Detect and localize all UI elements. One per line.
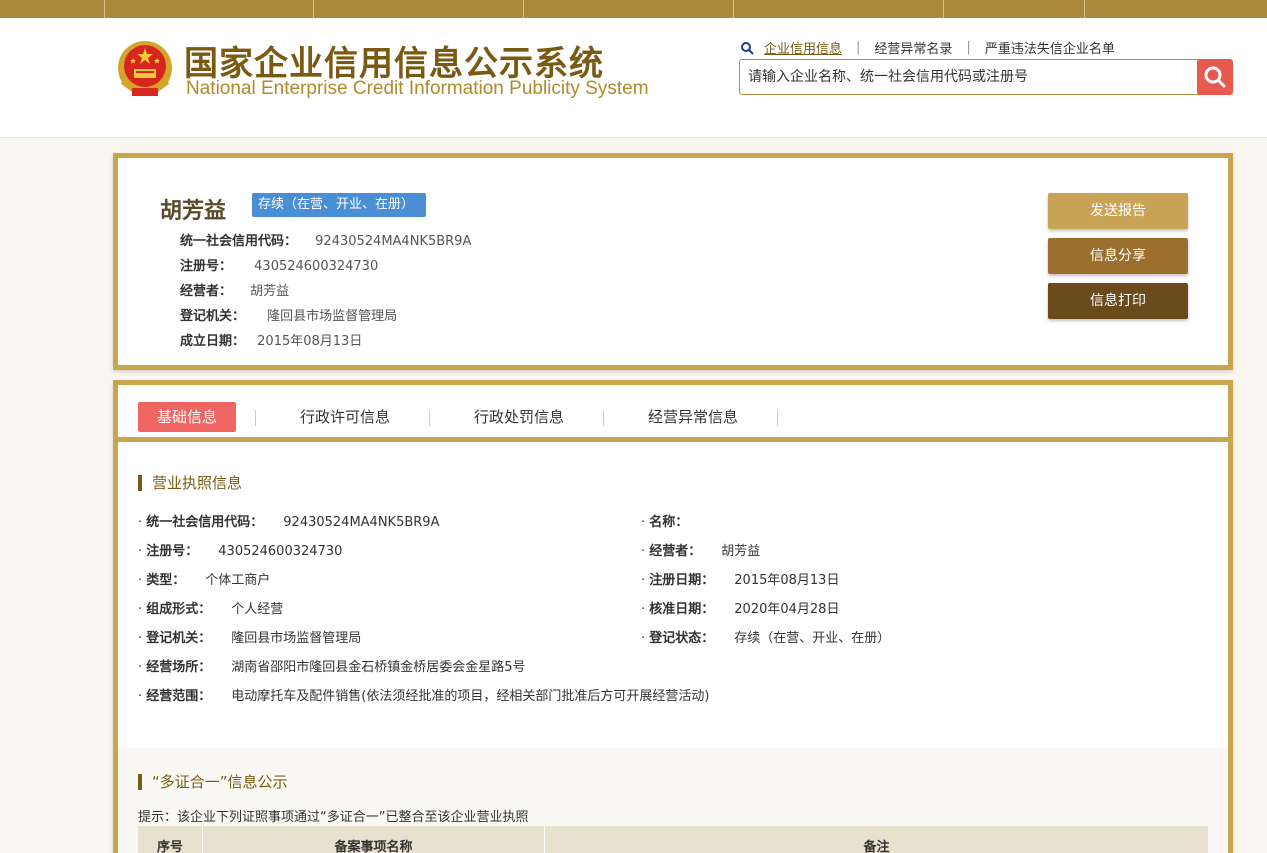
print-info-button[interactable]: 信息打印 (1048, 283, 1188, 319)
tab-admin-penalty[interactable]: 行政处罚信息 (452, 402, 586, 432)
field-value: 隆回县市场监督管理局 (231, 631, 362, 646)
nav-divider (733, 0, 734, 18)
field-label: 登记机关： (146, 631, 212, 646)
tab-divider (429, 410, 430, 426)
license-field-approval-date: · 核准日期： 2020年04月28日 (641, 602, 840, 617)
license-field-type: · 类型： 个体工商户 (138, 573, 271, 588)
status-badge: 存续（在营、开业、在册） (252, 193, 427, 217)
license-field-name: · 名称： (641, 515, 689, 530)
company-summary-card: 胡芳益 存续（在营、开业、在册） 统一社会信用代码： 92430524MA4NK… (113, 153, 1233, 370)
send-report-button[interactable]: 发送报告 (1048, 193, 1188, 229)
top-nav-bar (0, 0, 1267, 18)
license-field-reg-date: · 注册日期： 2015年08月13日 (641, 573, 840, 588)
column-header: 序号 (156, 840, 183, 853)
section-title-multi-cert: “多证合一”信息公示 (138, 774, 288, 790)
multi-cert-hint: 提示：该企业下列证照事项通过“多证合一”已整合至该企业营业执照 (138, 810, 529, 825)
field-label: 统一社会信用代码： (146, 515, 264, 530)
summary-value: 2015年08月13日 (257, 334, 363, 349)
search-box (739, 59, 1199, 95)
detail-tabs: 基础信息 行政许可信息 行政处罚信息 经营异常信息 (118, 385, 1228, 442)
link-enterprise-credit[interactable]: 企业信用信息 (764, 38, 842, 57)
nav-divider (1084, 0, 1085, 18)
field-value: 个人经营 (231, 602, 284, 617)
license-field-form: · 组成形式： 个人经营 (138, 602, 284, 617)
license-field-reg-status: · 登记状态： 存续（在营、开业、在册） (641, 631, 891, 646)
license-field-operator: · 经营者： 胡芳益 (641, 544, 761, 559)
national-emblem-icon (118, 41, 172, 96)
summary-value: 隆回县市场监督管理局 (267, 309, 398, 324)
field-value: 存续（在营、开业、在册） (734, 631, 891, 646)
summary-value: 430524600324730 (254, 259, 379, 274)
nav-divider (104, 0, 105, 18)
column-header: 备案事项名称 (334, 840, 413, 853)
summary-row-established: 成立日期： 2015年08月13日 (180, 330, 362, 349)
multi-cert-table-header: 序号 备案事项名称 备注 (138, 826, 1208, 853)
summary-label: 成立日期： (180, 334, 246, 349)
search-button[interactable] (1197, 59, 1233, 95)
summary-row-authority: 登记机关： 隆回县市场监督管理局 (180, 305, 397, 324)
tab-admin-license[interactable]: 行政许可信息 (278, 402, 412, 432)
summary-label: 注册号： (180, 259, 233, 274)
quick-links: 企业信用信息 | 经营异常名录 | 严重违法失信企业名单 (740, 38, 1115, 57)
field-value: 个体工商户 (205, 573, 271, 588)
field-label: 经营场所： (146, 660, 212, 675)
search-icon (741, 41, 754, 55)
detail-panel: 基础信息 行政许可信息 行政处罚信息 经营异常信息 营业执照信息 · 统一社会信… (113, 380, 1233, 853)
site-header: 国家企业信用信息公示系统 National Enterprise Credit … (0, 18, 1267, 138)
tab-divider (777, 410, 778, 426)
link-abnormal-list[interactable]: 经营异常名录 (874, 38, 952, 57)
field-label: 组成形式： (146, 602, 212, 617)
field-label: 经营范围： (146, 689, 212, 704)
field-value: 胡芳益 (721, 544, 761, 559)
summary-value: 胡芳益 (250, 284, 290, 299)
search-input[interactable] (740, 60, 1198, 94)
site-title-en: National Enterprise Credit Information P… (186, 78, 649, 99)
field-label: 注册号： (146, 544, 199, 559)
summary-label: 统一社会信用代码： (180, 234, 298, 249)
field-value: 电动摩托车及配件销售(依法须经批准的项目，经相关部门批准后方可开展经营活动) (231, 689, 710, 704)
tab-basic-info[interactable]: 基础信息 (138, 402, 236, 432)
field-value: 湖南省邵阳市隆回县金石桥镇金桥居委会金星路5号 (231, 660, 526, 675)
license-field-scope: · 经营范围： 电动摩托车及配件销售(依法须经批准的项目，经相关部门批准后方可开展… (138, 689, 710, 704)
tab-abnormal-operation[interactable]: 经营异常信息 (626, 402, 760, 432)
company-name: 胡芳益 (160, 199, 227, 224)
license-field-credit-code: · 统一社会信用代码： 92430524MA4NK5BR9A (138, 515, 440, 530)
search-icon (1204, 66, 1226, 88)
field-value: 92430524MA4NK5BR9A (283, 515, 440, 530)
license-field-premises: · 经营场所： 湖南省邵阳市隆回县金石桥镇金桥居委会金星路5号 (138, 660, 526, 675)
tab-divider (255, 410, 256, 426)
summary-label: 登记机关： (180, 309, 246, 324)
summary-label: 经营者： (180, 284, 233, 299)
field-label: 名称： (649, 515, 689, 530)
summary-row-operator: 经营者： 胡芳益 (180, 280, 289, 299)
column-header: 备注 (863, 840, 890, 853)
field-value: 2020年04月28日 (734, 602, 840, 617)
field-value: 430524600324730 (218, 544, 343, 559)
field-label: 注册日期： (649, 573, 715, 588)
nav-divider (313, 0, 314, 18)
license-field-authority: · 登记机关： 隆回县市场监督管理局 (138, 631, 362, 646)
summary-value: 92430524MA4NK5BR9A (315, 234, 472, 249)
field-label: 经营者： (649, 544, 702, 559)
summary-row-credit-code: 统一社会信用代码： 92430524MA4NK5BR9A (180, 230, 471, 249)
link-divider: | (856, 40, 861, 55)
field-label: 核准日期： (649, 602, 715, 617)
link-dishonest-list[interactable]: 严重违法失信企业名单 (985, 38, 1115, 57)
field-label: 类型： (146, 573, 186, 588)
section-title-license: 营业执照信息 (138, 475, 242, 491)
field-label: 登记状态： (649, 631, 715, 646)
summary-row-reg-no: 注册号： 430524600324730 (180, 255, 378, 274)
tab-divider (603, 410, 604, 426)
license-field-reg-no: · 注册号： 430524600324730 (138, 544, 343, 559)
field-value: 2015年08月13日 (734, 573, 840, 588)
nav-divider (943, 0, 944, 18)
link-divider: | (966, 40, 971, 55)
nav-divider (523, 0, 524, 18)
share-info-button[interactable]: 信息分享 (1048, 238, 1188, 274)
